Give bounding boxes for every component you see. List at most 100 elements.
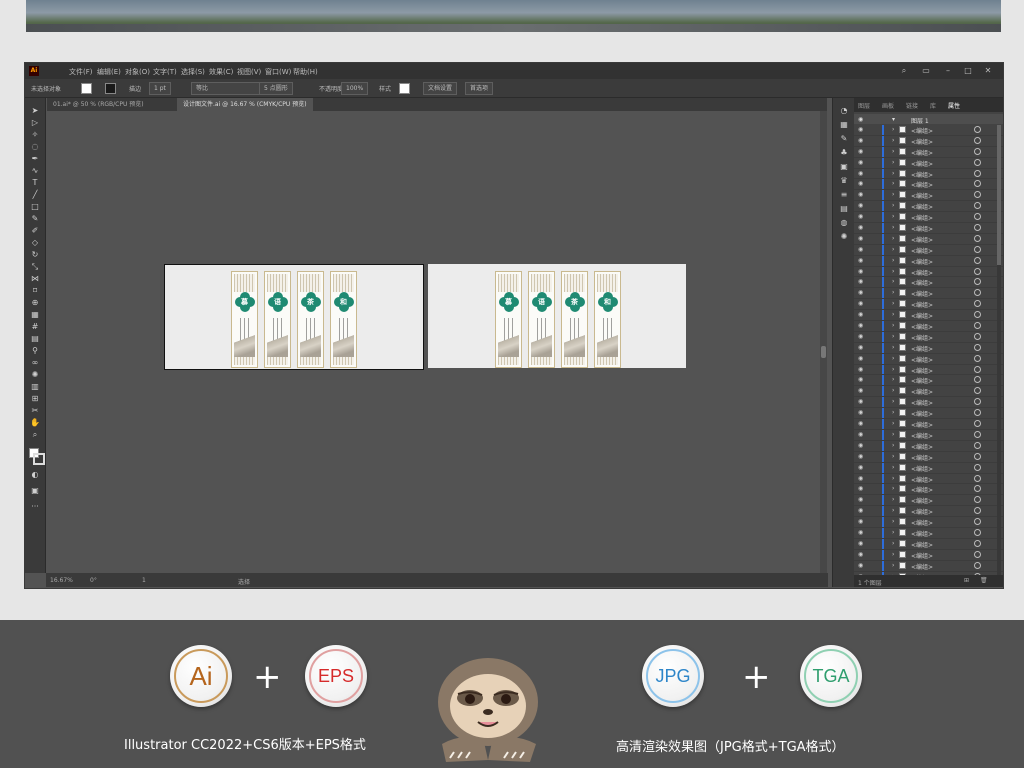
zoom-tool-icon[interactable]: ⌕ — [29, 430, 41, 439]
expand-arrow-icon[interactable]: › — [892, 453, 894, 460]
visibility-eye-icon[interactable]: ◉ — [858, 159, 863, 166]
delete-layer-icon[interactable]: 🗑 — [980, 577, 988, 584]
layer-row[interactable]: ◉ › <编组> — [854, 375, 1003, 387]
visibility-eye-icon[interactable]: ◉ — [858, 137, 863, 144]
expand-arrow-icon[interactable]: › — [892, 322, 894, 329]
expand-arrow-icon[interactable]: › — [892, 442, 894, 449]
gradient-tool-icon[interactable]: ▤ — [29, 334, 41, 343]
screen-mode-icon[interactable]: ▣ — [29, 486, 41, 495]
visibility-eye-icon[interactable]: ◉ — [858, 475, 863, 482]
visibility-eye-icon[interactable]: ◉ — [858, 398, 863, 405]
more-tools-icon[interactable]: ··· — [29, 502, 41, 511]
layer-row[interactable]: ◉ › <编组> — [854, 135, 1003, 147]
preferences-button[interactable]: 首选项 — [465, 82, 494, 95]
stroke-swatch[interactable] — [105, 83, 116, 94]
visibility-eye-icon[interactable]: ◉ — [858, 442, 863, 449]
rotate-tool-icon[interactable]: ↻ — [29, 250, 41, 259]
expand-arrow-icon[interactable]: › — [892, 170, 894, 177]
visibility-eye-icon[interactable]: ◉ — [858, 551, 863, 558]
visibility-eye-icon[interactable]: ◉ — [858, 246, 863, 253]
target-circle-icon[interactable] — [974, 409, 981, 417]
target-circle-icon[interactable] — [974, 398, 981, 406]
target-circle-icon[interactable] — [974, 278, 981, 286]
target-circle-icon[interactable] — [974, 169, 981, 177]
target-circle-icon[interactable] — [974, 528, 981, 536]
gradient-panel-icon[interactable]: ▤ — [839, 204, 849, 213]
stroke-weight-field[interactable]: 1 pt — [149, 82, 171, 95]
free-transform-tool-icon[interactable]: ⌑ — [29, 286, 41, 295]
menu-effect[interactable]: 效果(C) — [209, 67, 233, 77]
style-swatch[interactable] — [399, 83, 410, 94]
label-panel[interactable]: 和 — [594, 271, 621, 368]
expand-arrow-icon[interactable]: › — [892, 507, 894, 514]
layer-row[interactable]: ◉ › <编组> — [854, 462, 1003, 474]
layer-row[interactable]: ◉ › <编组> — [854, 331, 1003, 343]
visibility-eye-icon[interactable]: ◉ — [858, 376, 863, 383]
document-setup-button[interactable]: 文档设置 — [423, 82, 458, 95]
layer-row[interactable]: ◉ › <编组> — [854, 353, 1003, 365]
visibility-eye-icon[interactable]: ◉ — [858, 355, 863, 362]
visibility-eye-icon[interactable]: ◉ — [858, 518, 863, 525]
expand-arrow-icon[interactable]: › — [892, 268, 894, 275]
target-circle-icon[interactable] — [974, 234, 981, 242]
expand-arrow-icon[interactable]: › — [892, 333, 894, 340]
visibility-eye-icon[interactable]: ◉ — [858, 289, 863, 296]
target-circle-icon[interactable] — [974, 354, 981, 362]
layer-row[interactable]: ◉ › <编组> — [854, 179, 1003, 191]
expand-arrow-icon[interactable]: › — [892, 191, 894, 198]
draw-mode-icon[interactable]: ◐ — [29, 470, 41, 479]
target-circle-icon[interactable] — [974, 256, 981, 264]
target-circle-icon[interactable] — [974, 485, 981, 493]
layer-row[interactable]: ◉ › <编组> — [854, 451, 1003, 463]
visibility-eye-icon[interactable]: ◉ — [858, 366, 863, 373]
layer-row[interactable]: ◉ › <编组> — [854, 484, 1003, 496]
expand-arrow-icon[interactable]: › — [892, 246, 894, 253]
label-panel[interactable]: 慕 — [495, 271, 522, 368]
tab-properties[interactable]: 属性 — [948, 101, 960, 110]
slice-tool-icon[interactable]: ✂ — [29, 406, 41, 415]
target-circle-icon[interactable] — [974, 332, 981, 340]
expand-arrow-icon[interactable]: › — [892, 551, 894, 558]
target-circle-icon[interactable] — [974, 376, 981, 384]
target-circle-icon[interactable] — [974, 365, 981, 373]
expand-arrow-icon[interactable]: › — [892, 387, 894, 394]
rectangle-tool-icon[interactable]: □ — [29, 202, 41, 211]
direct-selection-tool-icon[interactable]: ▷ — [29, 118, 41, 127]
expand-arrow-icon[interactable]: › — [892, 475, 894, 482]
layer-row[interactable]: ◉ › <编组> — [854, 506, 1003, 518]
layer-row[interactable]: ◉ › <编组> — [854, 560, 1003, 572]
layer-row[interactable]: ◉ › <编组> — [854, 157, 1003, 169]
target-circle-icon[interactable] — [974, 343, 981, 351]
scale-tool-icon[interactable]: ⤡ — [29, 262, 41, 271]
tab-artboards[interactable]: 画板 — [882, 101, 894, 110]
visibility-eye-icon[interactable]: ◉ — [858, 300, 863, 307]
visibility-eye-icon[interactable]: ◉ — [858, 464, 863, 471]
minimize-icon[interactable]: – — [943, 66, 953, 76]
artboard-number[interactable]: 1 — [142, 577, 146, 584]
zoom-level[interactable]: 16.67% — [50, 577, 73, 584]
lasso-tool-icon[interactable]: ◌ — [29, 142, 41, 151]
expand-arrow-icon[interactable]: › — [892, 148, 894, 155]
layer-row[interactable]: ◉ › <编组> — [854, 233, 1003, 245]
width-tool-icon[interactable]: ⋈ — [29, 274, 41, 283]
expand-arrow-icon[interactable]: › — [892, 289, 894, 296]
graph-tool-icon[interactable]: ▥ — [29, 382, 41, 391]
menu-select[interactable]: 选择(S) — [181, 67, 205, 77]
label-panel[interactable]: 慕 — [231, 271, 258, 368]
curvature-tool-icon[interactable]: ∿ — [29, 166, 41, 175]
target-circle-icon[interactable] — [974, 213, 981, 221]
layer-row[interactable]: ◉ › <编组> — [854, 223, 1003, 234]
visibility-eye-icon[interactable]: ◉ — [858, 322, 863, 329]
visibility-eye-icon[interactable]: ◉ — [858, 485, 863, 492]
target-circle-icon[interactable] — [974, 245, 981, 253]
layer-row[interactable]: ◉ › <编组> — [854, 146, 1003, 158]
artboard-tool-icon[interactable]: ⊞ — [29, 394, 41, 403]
expand-arrow-icon[interactable]: › — [892, 398, 894, 405]
expand-arrow-icon[interactable]: › — [892, 376, 894, 383]
label-panel[interactable]: 和 — [330, 271, 357, 368]
layer-row[interactable]: ◉ › <编组> — [854, 527, 1003, 539]
visibility-eye-icon[interactable]: ◉ — [858, 235, 863, 242]
brush-style-select[interactable]: 5 点圆形 — [259, 82, 293, 95]
layer-row[interactable]: ◉ › <编组> — [854, 255, 1003, 267]
layer-row[interactable]: ◉ › <编组> — [854, 125, 1003, 136]
